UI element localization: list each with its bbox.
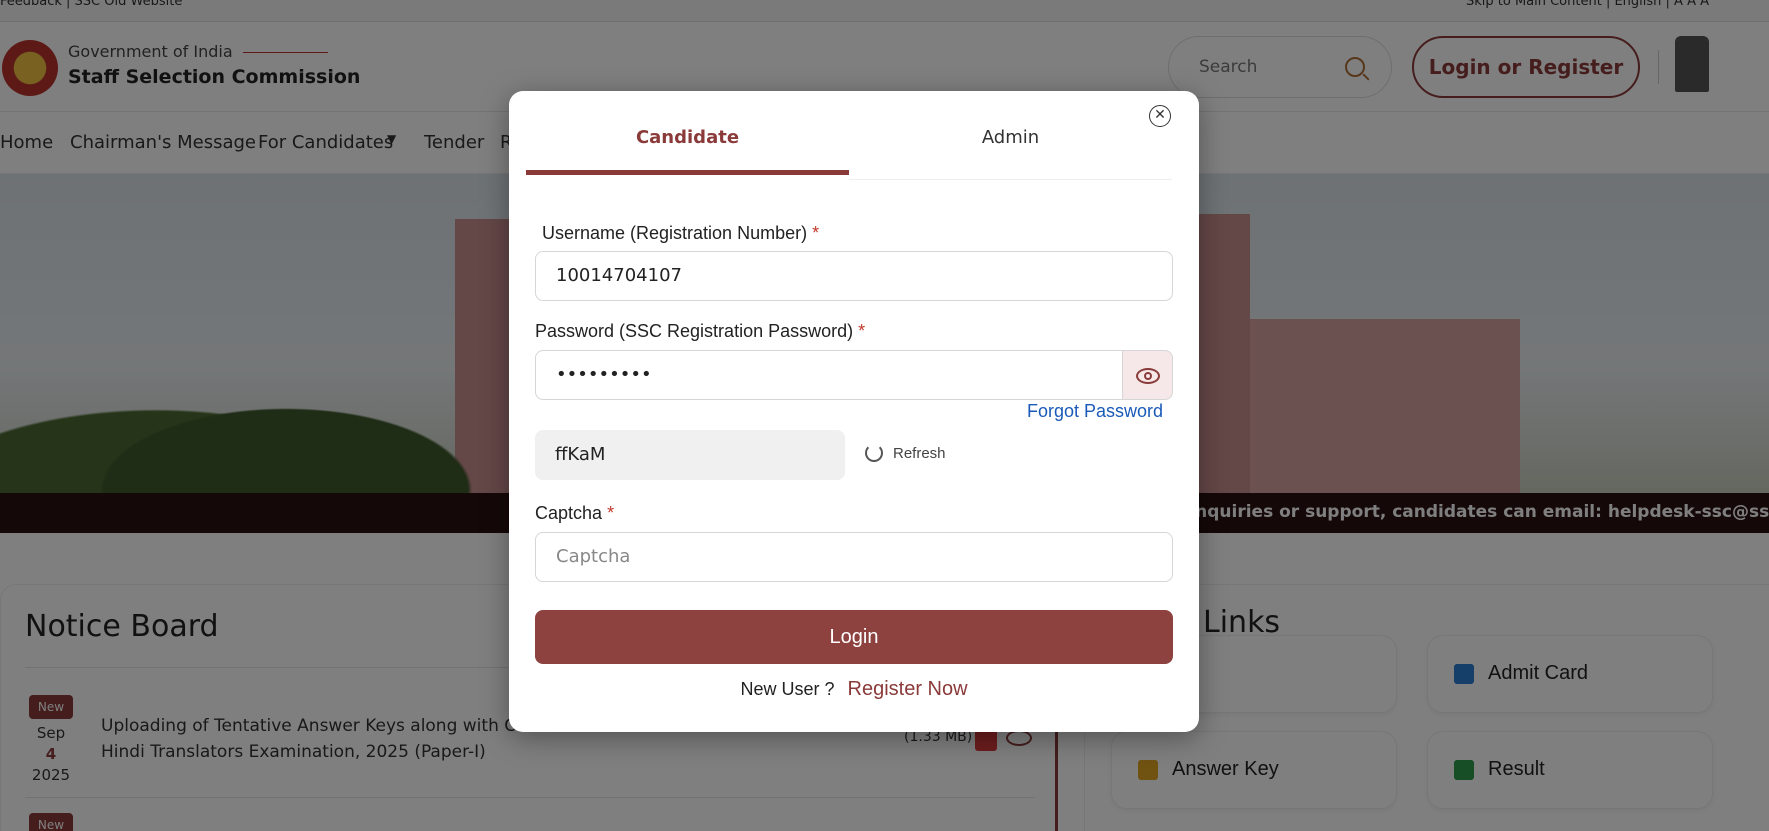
register-now-link[interactable]: Register Now	[848, 678, 968, 700]
captcha-label: Captcha *	[535, 503, 614, 524]
username-label: Username (Registration Number) *	[542, 223, 819, 244]
tab-admin[interactable]: Admin	[849, 127, 1172, 175]
captcha-input[interactable]: Captcha	[535, 532, 1173, 582]
password-label-text: Password (SSC Registration Password)	[535, 321, 854, 341]
eye-pupil	[1144, 372, 1152, 380]
username-label-text: Username (Registration Number)	[542, 223, 808, 243]
login-button[interactable]: Login	[535, 610, 1173, 664]
refresh-icon	[865, 444, 883, 462]
new-user-row: New User ? Register Now	[509, 678, 1199, 701]
username-field[interactable]: 10014704107	[535, 251, 1173, 301]
captcha-image: ffKaM	[535, 430, 845, 480]
required-mark: *	[812, 223, 820, 243]
login-modal: ✕ Candidate Admin Username (Registration…	[509, 91, 1199, 732]
refresh-label: Refresh	[893, 445, 946, 462]
required-mark: *	[607, 503, 615, 523]
new-user-text: New User ?	[740, 679, 835, 699]
refresh-captcha-button[interactable]: Refresh	[865, 444, 946, 462]
show-password-button[interactable]	[1123, 350, 1173, 400]
forgot-password-link[interactable]: Forgot Password	[1027, 401, 1163, 422]
tab-candidate[interactable]: Candidate	[526, 127, 849, 175]
captcha-label-text: Captcha	[535, 503, 603, 523]
required-mark: *	[858, 321, 866, 341]
password-field[interactable]: •••••••••	[535, 350, 1123, 400]
close-icon[interactable]: ✕	[1149, 105, 1171, 127]
password-label: Password (SSC Registration Password) *	[535, 321, 865, 342]
tab-divider	[849, 179, 1172, 180]
